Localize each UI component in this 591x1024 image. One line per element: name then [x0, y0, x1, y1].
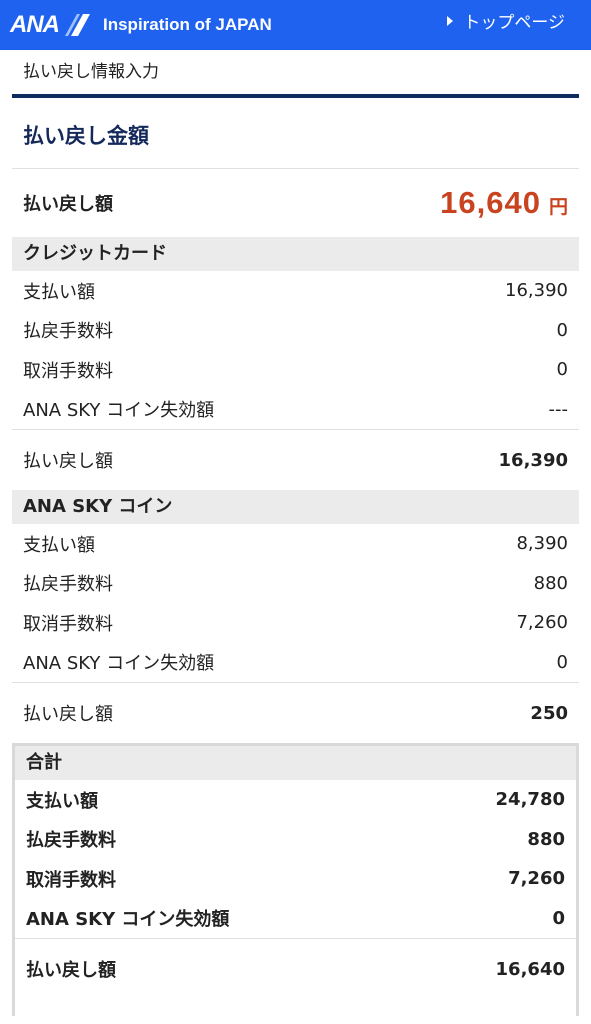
- row-label: 支払い額: [23, 534, 95, 556]
- row-label: 払戻手数料: [26, 830, 116, 852]
- credit-card-row-payment: 支払い額 16,390: [12, 271, 579, 311]
- summary-row-refund-fee: 払戻手数料 880: [15, 820, 576, 860]
- row-value: 880: [527, 828, 565, 850]
- summary-box: 合計 支払い額 24,780 払戻手数料 880 取消手数料 7,260 ANA…: [12, 743, 579, 1016]
- breadcrumb: 払い戻し情報入力: [12, 50, 579, 98]
- row-label: ANA SKY コイン失効額: [26, 909, 230, 931]
- logo-text: ANA: [10, 11, 60, 38]
- row-value: 24,780: [495, 789, 565, 811]
- row-value: ---: [548, 398, 569, 420]
- sky-coin-row-payment: 支払い額 8,390: [12, 524, 579, 564]
- top-page-link[interactable]: トップページ: [447, 8, 565, 33]
- credit-card-row-coin-expired: ANA SKY コイン失効額 ---: [12, 390, 579, 430]
- row-label: ANA SKY コイン失効額: [23, 653, 215, 675]
- summary-refund-row: 払い戻し額 16,640: [15, 938, 576, 999]
- row-label: 支払い額: [26, 790, 98, 812]
- row-label: ANA SKY コイン失効額: [23, 400, 215, 422]
- refund-total-amount: 16,640: [440, 185, 541, 220]
- section-title: 払い戻し金額: [12, 98, 579, 169]
- credit-card-row-refund-fee: 払戻手数料 0: [12, 311, 579, 351]
- credit-card-row-cancel-fee: 取消手数料 0: [12, 350, 579, 390]
- summary-header: 合計: [15, 746, 576, 780]
- row-value: 16,640: [495, 958, 565, 980]
- sky-coin-row-cancel-fee: 取消手数料 7,260: [12, 603, 579, 643]
- refund-total-value: 16,640 円: [440, 185, 568, 221]
- summary-row-coin-expired: ANA SKY コイン失効額 0: [15, 899, 576, 939]
- row-value: 7,260: [508, 868, 565, 890]
- refund-total-label: 払い戻し額: [23, 194, 113, 215]
- app-header: ANA Inspiration of JAPAN トップページ: [0, 0, 591, 50]
- row-label: 払戻手数料: [23, 321, 113, 343]
- row-value: 16,390: [498, 449, 568, 471]
- row-label: 支払い額: [23, 281, 95, 303]
- ana-logo[interactable]: ANA: [10, 11, 91, 39]
- arrow-right-icon: [447, 15, 454, 26]
- tagline: Inspiration of JAPAN: [103, 15, 272, 34]
- row-value: 0: [556, 651, 568, 673]
- sky-coin-refund-row: 払い戻し額 250: [12, 682, 579, 743]
- row-value: 880: [533, 572, 568, 594]
- sky-coin-header: ANA SKY コイン: [12, 490, 579, 524]
- summary-row-payment: 支払い額 24,780: [15, 780, 576, 820]
- credit-card-header: クレジットカード: [12, 237, 579, 271]
- row-value: 8,390: [516, 533, 568, 555]
- top-page-link-label: トップページ: [463, 13, 565, 33]
- row-value: 0: [556, 359, 568, 381]
- row-label: 払戻手数料: [23, 574, 113, 596]
- sky-coin-row-refund-fee: 払戻手数料 880: [12, 564, 579, 604]
- sky-coin-row-coin-expired: ANA SKY コイン失効額 0: [12, 643, 579, 683]
- row-label: 払い戻し額: [26, 960, 116, 981]
- refund-total-unit: 円: [548, 197, 568, 218]
- row-value: 250: [530, 702, 568, 724]
- credit-card-refund-row: 払い戻し額 16,390: [12, 429, 579, 490]
- row-label: 取消手数料: [23, 613, 113, 635]
- refund-total-row: 払い戻し額 16,640 円: [12, 169, 579, 237]
- row-label: 払い戻し額: [23, 704, 113, 725]
- row-value: 0: [552, 907, 565, 929]
- ana-swoosh-icon: [65, 14, 90, 36]
- summary-row-cancel-fee: 取消手数料 7,260: [15, 859, 576, 899]
- row-label: 払い戻し額: [23, 451, 113, 472]
- row-label: 取消手数料: [26, 869, 116, 891]
- row-value: 7,260: [516, 612, 568, 634]
- row-value: 16,390: [505, 280, 568, 302]
- row-label: 取消手数料: [23, 360, 113, 382]
- row-value: 0: [556, 319, 568, 341]
